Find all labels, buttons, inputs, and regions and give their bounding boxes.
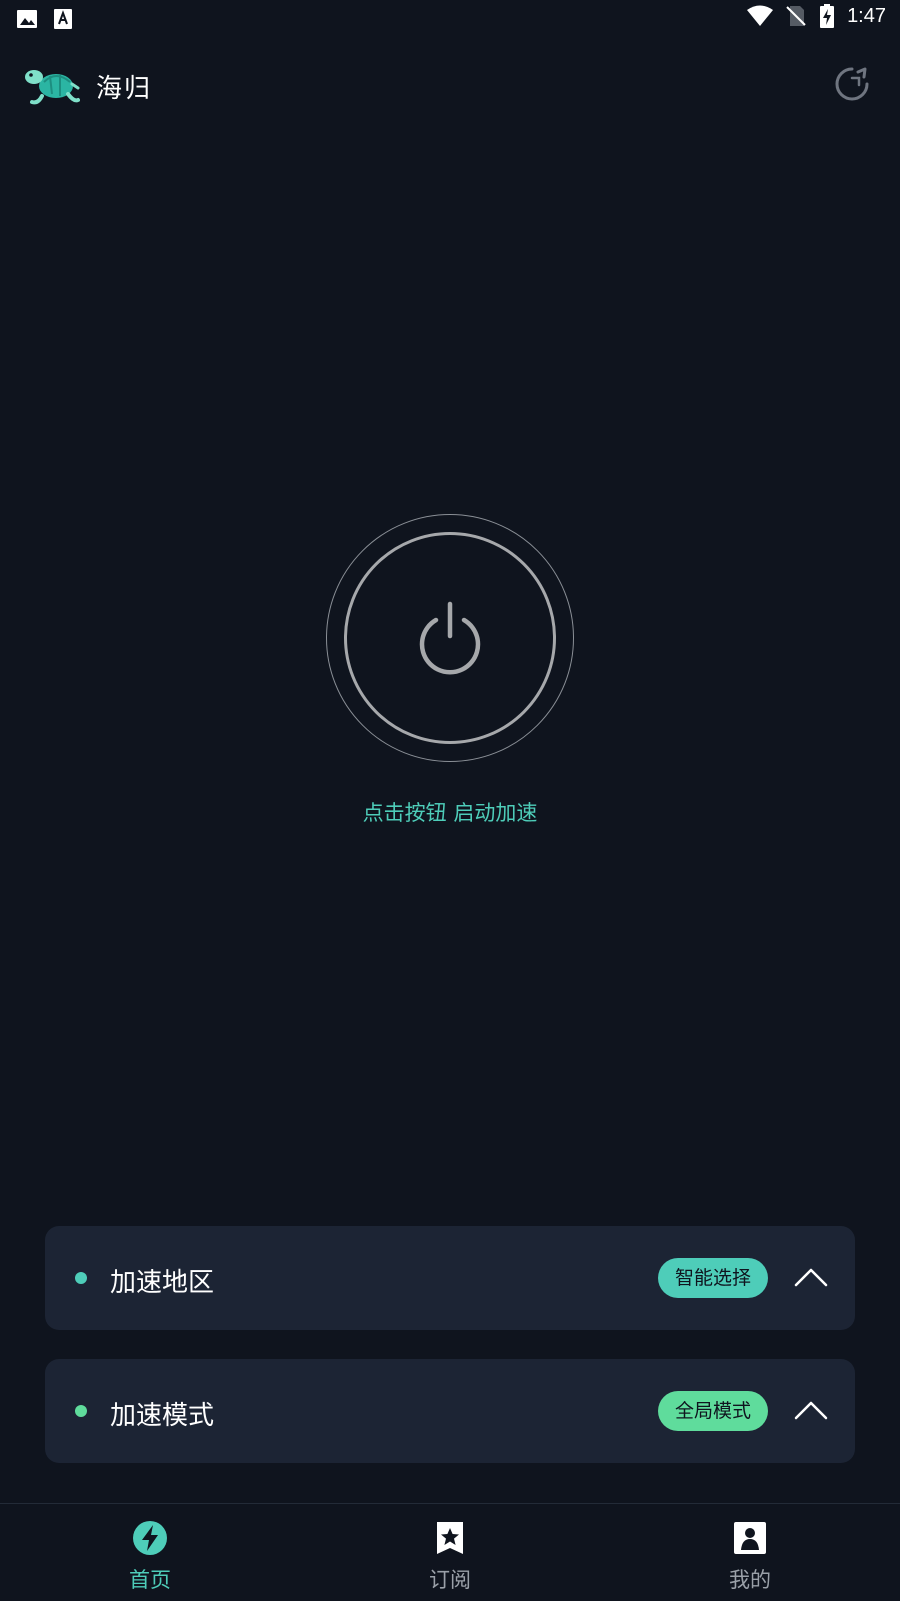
image-icon [17,10,37,28]
battery-charging-icon [820,4,835,28]
region-label: 加速地区 [110,1268,215,1298]
nav-profile-label: 我的 [729,1568,771,1592]
nav-subscribe-label: 订阅 [429,1568,471,1592]
region-panel[interactable]: 加速地区 智能选择 [45,1226,855,1330]
status-dot [75,1272,87,1284]
nav-profile[interactable]: 我的 [600,1504,900,1601]
nav-home-label: 首页 [129,1568,171,1592]
nav-home[interactable]: 首页 [0,1504,300,1601]
status-dot [75,1405,87,1417]
status-left-icons [16,8,74,30]
turtle-logo-icon [25,70,80,105]
bookmark-star-icon [437,1522,463,1554]
start-hint: 点击按钮 启动加速 [362,801,538,825]
wifi-icon [747,5,774,26]
no-sim-icon [786,6,806,26]
mode-label: 加速模式 [110,1401,215,1431]
power-icon [419,601,481,675]
power-button-area [326,514,574,762]
user-card-icon [734,1522,766,1554]
lightning-icon [133,1521,167,1555]
mode-badge: 全局模式 [658,1391,768,1431]
text-a-icon [54,9,72,29]
region-badge: 智能选择 [658,1258,768,1298]
nav-subscribe[interactable]: 订阅 [300,1504,600,1601]
app-header: 海归 [0,50,900,120]
refresh-icon[interactable] [832,64,872,104]
chevron-up-icon [794,1401,828,1420]
status-right-icons: 1:47 [747,4,886,28]
bottom-nav: 首页 订阅 我的 [0,1503,900,1601]
status-time: 1:47 [847,4,886,27]
status-bar: 1:47 [0,0,900,36]
chevron-up-icon [794,1268,828,1287]
app-name: 海归 [96,74,153,104]
mode-panel[interactable]: 加速模式 全局模式 [45,1359,855,1463]
